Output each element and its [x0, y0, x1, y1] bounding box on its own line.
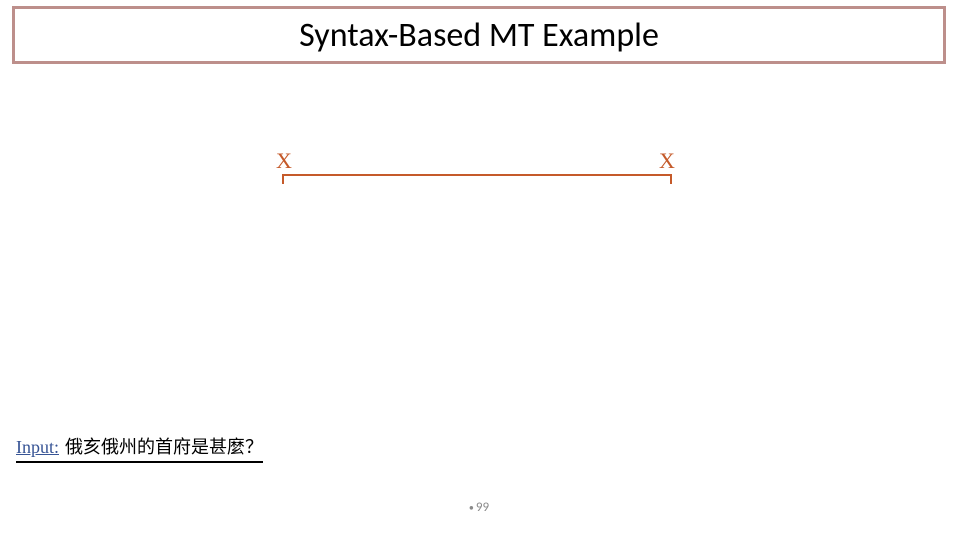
bracket-horizontal [282, 174, 672, 176]
input-label: Input: [16, 437, 59, 458]
title-container: Syntax-Based MT Example [12, 6, 946, 64]
bullet-icon: • [469, 501, 474, 514]
input-sentence: 俄亥俄州的首府是甚麼？ [65, 433, 263, 459]
tree-node-x-left: X [276, 148, 292, 174]
bracket-tick-right [670, 174, 672, 184]
tree-span-bracket [282, 174, 672, 188]
page-number: •99 [0, 500, 958, 515]
input-row: Input: 俄亥俄州的首府是甚麼？ [16, 433, 263, 463]
tree-node-x-right: X [659, 148, 675, 174]
bracket-tick-left [282, 174, 284, 184]
slide-title: Syntax-Based MT Example [299, 15, 659, 56]
page-number-value: 99 [476, 500, 489, 515]
